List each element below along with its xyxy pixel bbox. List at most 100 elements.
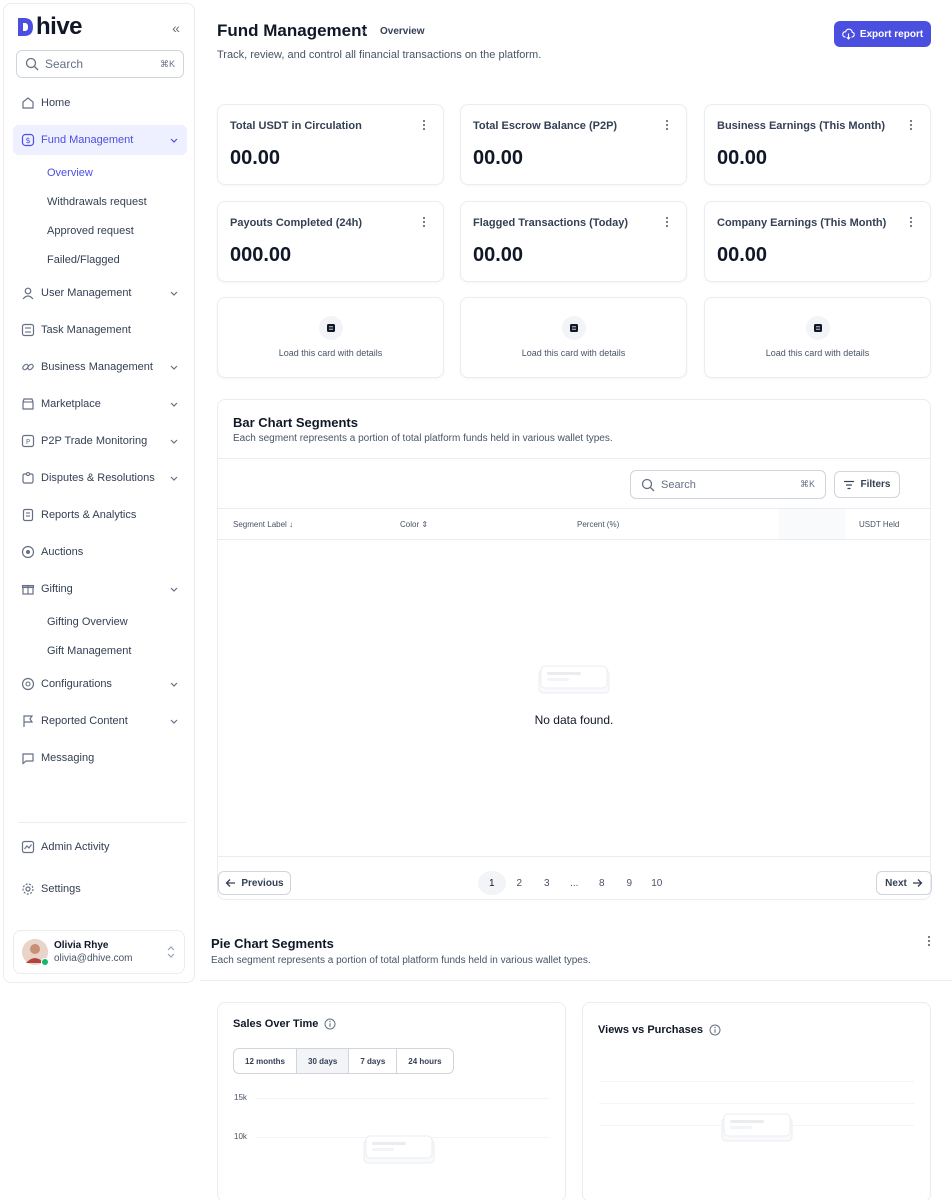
sidebar-item-label: User Management [41, 287, 132, 299]
sidebar-item-user-management[interactable]: User Management [13, 278, 187, 308]
sidebar-subitem-withdrawals[interactable]: Withdrawals request [13, 191, 187, 213]
bar-chart-segments-panel: Bar Chart Segments Each segment represen… [217, 399, 932, 900]
breadcrumb[interactable]: Overview [380, 26, 424, 37]
page-number[interactable]: 8 [588, 871, 616, 895]
sidebar-item-reports[interactable]: Reports & Analytics [13, 500, 187, 530]
range-12-months[interactable]: 12 months [234, 1049, 298, 1073]
home-icon [22, 97, 34, 109]
sidebar-item-settings[interactable]: Settings [13, 874, 187, 904]
sidebar-item-business-management[interactable]: Business Management [13, 352, 187, 382]
sidebar-item-label: Settings [41, 883, 81, 895]
sidebar-item-fund-management[interactable]: $ Fund Management [13, 125, 187, 155]
logo[interactable]: hive [16, 14, 83, 40]
page-number[interactable]: 2 [506, 871, 534, 895]
column-header-text: Color [400, 520, 420, 529]
empty-state-text: No data found. [534, 713, 614, 727]
sidebar-item-gifting[interactable]: Gifting [13, 574, 187, 604]
range-30-days[interactable]: 30 days [297, 1049, 350, 1073]
chevron-down-icon [170, 587, 178, 592]
sidebar-item-configurations[interactable]: Configurations [13, 669, 187, 699]
table-header-shade [779, 509, 845, 539]
sidebar-subitem-overview[interactable]: Overview [13, 162, 187, 184]
range-7-days[interactable]: 7 days [349, 1049, 398, 1073]
chevron-down-icon [170, 439, 178, 444]
placeholder-card[interactable]: Load this card with details [704, 297, 931, 378]
more-vertical-icon[interactable] [924, 934, 934, 948]
document-icon [805, 316, 830, 340]
sidebar-item-task-management[interactable]: Task Management [13, 315, 187, 345]
sidebar-item-label: Auctions [41, 546, 84, 558]
sidebar-search-input[interactable]: Search ⌘K [16, 50, 184, 78]
sidebar-subitem-failed[interactable]: Failed/Flagged [13, 249, 187, 271]
search-placeholder: Search [661, 478, 696, 491]
more-vertical-icon[interactable] [419, 118, 429, 132]
stat-card-payouts-completed: Payouts Completed (24h) 000.00 [217, 201, 444, 282]
sidebar-subitem-gifting-overview[interactable]: Gifting Overview [13, 611, 187, 633]
sidebar-item-p2p-trade[interactable]: P P2P Trade Monitoring [13, 426, 187, 456]
sidebar-item-home[interactable]: Home [13, 88, 187, 118]
online-status-icon [41, 958, 49, 966]
placeholder-card[interactable]: Load this card with details [460, 297, 687, 378]
next-page-button[interactable]: Next [876, 871, 932, 895]
previous-page-button[interactable]: Previous [218, 871, 291, 895]
link-icon [22, 363, 34, 371]
stat-card-escrow-balance: Total Escrow Balance (P2P) 00.00 [460, 104, 687, 185]
column-header-percent[interactable]: Percent (%) [577, 520, 619, 529]
range-24-hours[interactable]: 24 hours [397, 1049, 452, 1073]
avatar [22, 939, 49, 966]
report-icon [22, 508, 34, 522]
stat-card-value: 00.00 [717, 244, 768, 266]
dollar-icon: $ [21, 133, 35, 147]
page-number[interactable]: 1 [478, 871, 506, 895]
page-number[interactable]: 10 [643, 871, 671, 895]
empty-state-illustration-icon [538, 665, 610, 694]
column-header-segment-label[interactable]: Segment Label ↓ [233, 520, 293, 529]
store-icon [22, 398, 34, 410]
info-icon[interactable] [709, 1024, 721, 1036]
sidebar-item-admin-activity[interactable]: Admin Activity [13, 832, 187, 862]
grid-line [256, 1098, 549, 1099]
table-search-input[interactable]: Search ⌘K [630, 470, 826, 499]
placeholder-card[interactable]: Load this card with details [217, 297, 444, 378]
collapse-sidebar-icon[interactable]: « [168, 20, 184, 36]
sidebar-subitem-approved[interactable]: Approved request [13, 220, 187, 242]
user-email: olivia@dhive.com [54, 953, 133, 964]
divider [218, 458, 930, 459]
more-vertical-icon[interactable] [662, 118, 672, 132]
stat-card-flagged-transactions: Flagged Transactions (Today) 00.00 [460, 201, 687, 282]
user-account-card[interactable]: Olivia Rhye olivia@dhive.com [13, 930, 185, 974]
time-range-selector: 12 months 30 days 7 days 24 hours [233, 1048, 454, 1074]
sidebar-item-label: Home [41, 97, 71, 109]
sidebar-item-auctions[interactable]: Auctions [13, 537, 187, 567]
sidebar-item-messaging[interactable]: Messaging [13, 743, 187, 773]
column-header-usdt-held[interactable]: USDT Held [859, 520, 899, 529]
more-vertical-icon[interactable] [662, 215, 672, 229]
stat-card-usdt-circulation: Total USDT in Circulation 00.00 [217, 104, 444, 185]
sidebar-item-disputes[interactable]: Disputes & Resolutions [13, 463, 187, 493]
y-axis-tick: 10k [234, 1132, 247, 1141]
sidebar-item-label: Reported Content [41, 715, 128, 727]
export-report-button[interactable]: Export report [834, 21, 931, 47]
arrow-down-icon: ↓ [289, 520, 294, 529]
sidebar-item-marketplace[interactable]: Marketplace [13, 389, 187, 419]
page-number[interactable]: 3 [533, 871, 561, 895]
sidebar-item-reported-content[interactable]: Reported Content [13, 706, 187, 736]
chevron-down-icon [170, 138, 178, 143]
sales-over-time-card: Sales Over Time 12 months 30 days 7 days… [217, 1002, 566, 1200]
grid-line [599, 1081, 914, 1082]
column-header-color[interactable]: Color ⇕ [400, 520, 428, 529]
info-icon[interactable] [324, 1018, 336, 1030]
y-axis-tick: 15k [234, 1093, 247, 1102]
search-icon [641, 478, 655, 491]
column-header-text: USDT Held [859, 520, 900, 529]
sidebar: hive « Search ⌘K Home $ Fund Management … [3, 3, 195, 983]
more-vertical-icon[interactable] [906, 118, 916, 132]
more-vertical-icon[interactable] [906, 215, 916, 229]
page-number[interactable]: 9 [616, 871, 644, 895]
chevron-down-icon [170, 682, 178, 687]
more-vertical-icon[interactable] [419, 215, 429, 229]
filters-button[interactable]: Filters [834, 471, 900, 498]
arrow-left-icon [225, 879, 236, 887]
sidebar-subitem-gift-management[interactable]: Gift Management [13, 640, 187, 662]
sidebar-item-label: Disputes & Resolutions [41, 472, 155, 484]
